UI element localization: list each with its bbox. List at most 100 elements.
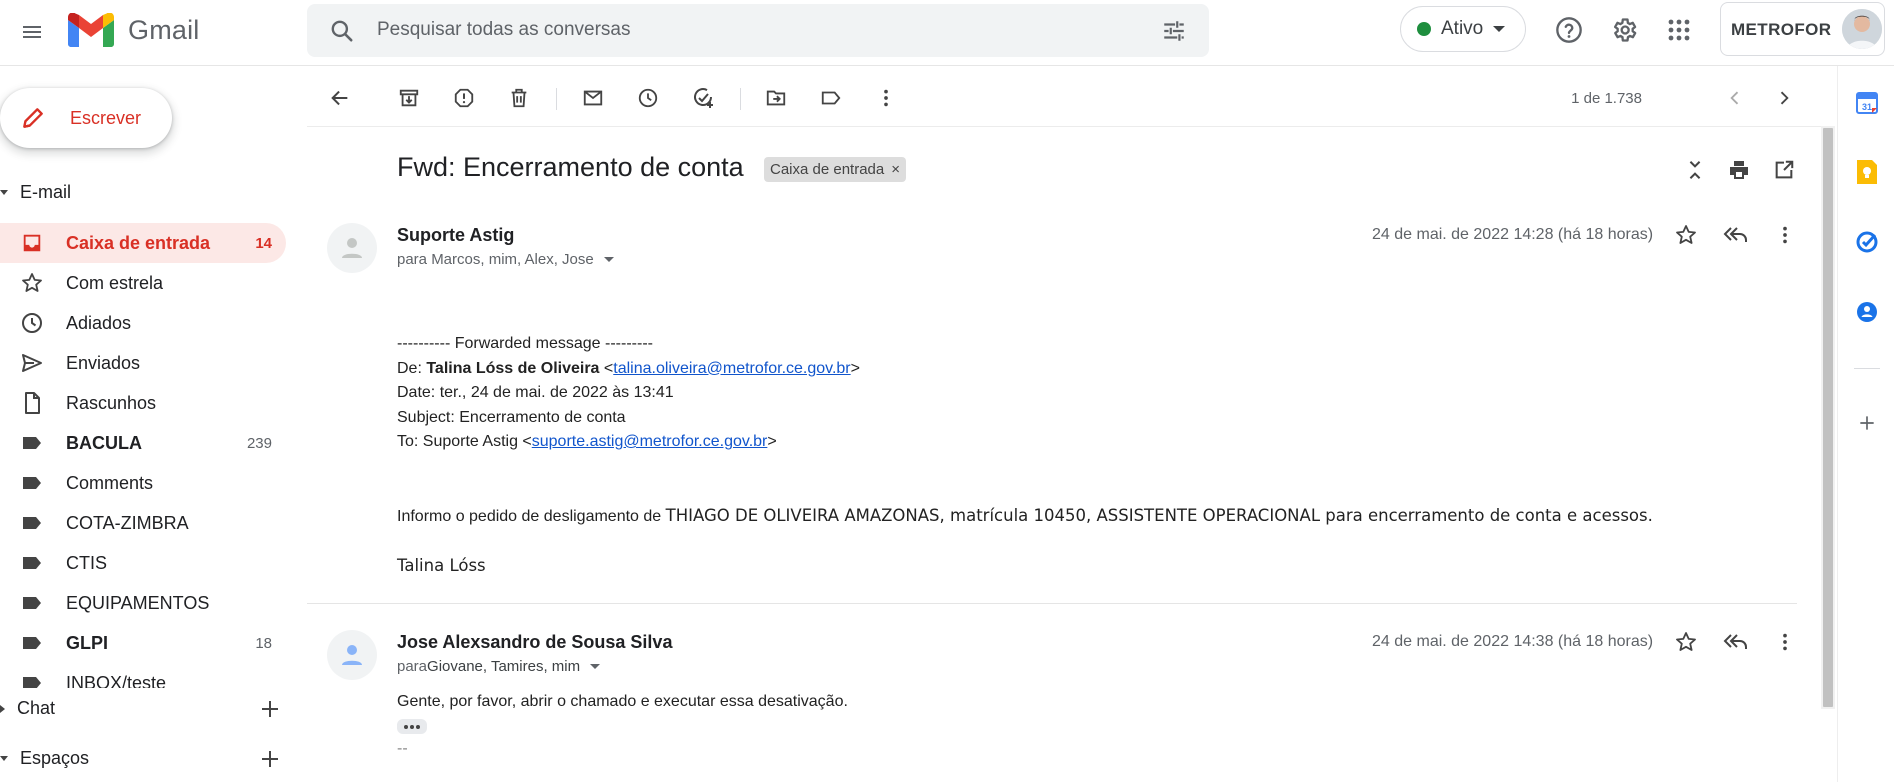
chat-section-header[interactable]: Chat — [0, 698, 55, 719]
search-input[interactable] — [377, 16, 1077, 44]
sidebar-item-cota-zimbra[interactable]: COTA-ZIMBRA — [0, 503, 286, 543]
add-to-tasks-button[interactable] — [685, 80, 721, 116]
reply-all-button[interactable] — [1721, 627, 1751, 657]
sidebar-item-glpi[interactable]: GLPI 18 — [0, 623, 286, 663]
sidebar-nav: Caixa de entrada 14 Com estrela Adiados … — [0, 223, 290, 688]
request-line: Informo o pedido de desligamento de THIA… — [397, 504, 1653, 529]
mark-unread-button[interactable] — [575, 80, 611, 116]
message-recipients[interactable]: para Giovane, Tamires, mim — [397, 658, 601, 675]
newer-button[interactable] — [1717, 80, 1753, 116]
new-space-plus-icon[interactable] — [258, 747, 282, 771]
status-selector[interactable]: Ativo — [1400, 6, 1526, 52]
collapse-arrow-icon — [0, 756, 8, 761]
calendar-icon: 31 — [1856, 92, 1878, 114]
gmail-logo[interactable]: Gmail — [68, 10, 200, 50]
apps-button[interactable] — [1661, 12, 1697, 48]
back-button[interactable] — [322, 80, 358, 116]
new-chat-plus-icon[interactable] — [258, 697, 282, 721]
sidebar-item-snoozed[interactable]: Adiados — [0, 303, 286, 343]
label-icon — [23, 637, 41, 649]
sidebar-item-label: EQUIPAMENTOS — [66, 592, 210, 613]
search-options-icon[interactable] — [1161, 18, 1187, 44]
star-button[interactable] — [1671, 627, 1701, 657]
open-new-window-button[interactable] — [1769, 155, 1799, 185]
sidebar-item-bacula[interactable]: BACULA 239 — [0, 423, 286, 463]
archive-button[interactable] — [391, 80, 427, 116]
move-folder-icon — [766, 90, 786, 106]
sidebar-item-comments[interactable]: Comments — [0, 463, 286, 503]
more-options-button[interactable] — [868, 80, 904, 116]
delete-button[interactable] — [501, 80, 537, 116]
message-sender[interactable]: Suporte Astig — [397, 225, 514, 246]
older-button[interactable] — [1766, 80, 1802, 116]
chevron-down-icon[interactable] — [590, 664, 601, 669]
chevron-down-icon[interactable] — [603, 257, 614, 262]
archive-icon — [399, 89, 419, 107]
sidebar-item-label: Enviados — [66, 352, 141, 373]
mail-section-header[interactable]: E-mail — [0, 182, 71, 203]
contacts-app-button[interactable] — [1854, 299, 1880, 325]
sidebar-item-inbox-teste[interactable]: INBOX/teste — [0, 663, 286, 688]
collapse-icon — [1689, 161, 1701, 179]
labels-button[interactable] — [813, 80, 849, 116]
sidebar-item-drafts[interactable]: Rascunhos — [0, 383, 286, 423]
to-email-link[interactable]: suporte.astig@metrofor.ce.gov.br — [532, 433, 768, 450]
star-button[interactable] — [1671, 220, 1701, 250]
spaces-section-header[interactable]: Espaços — [0, 748, 89, 769]
pagination-label: 1 de 1.738 — [1571, 90, 1642, 107]
top-bar: Gmail Ativo METROFOR — [0, 0, 1894, 66]
label-icon — [23, 477, 41, 489]
open-in-new-icon — [1775, 160, 1794, 179]
message-more-button[interactable] — [1770, 220, 1800, 250]
reply-all-button[interactable] — [1721, 220, 1751, 250]
sender-avatar — [327, 223, 377, 273]
sidebar-item-equipamentos[interactable]: EQUIPAMENTOS — [0, 583, 286, 623]
sidebar-item-label: Adiados — [66, 312, 132, 333]
sidebar-item-label: Caixa de entrada — [66, 232, 211, 253]
sidebar-item-label: Com estrela — [66, 272, 164, 293]
inbox-label-chip[interactable]: Caixa de entrada × — [764, 157, 907, 182]
message-body: ---------- Forwarded message --------- D… — [397, 332, 1653, 579]
sidebar-item-ctis[interactable]: CTIS — [0, 543, 286, 583]
sidebar-item-inbox[interactable]: Caixa de entrada 14 — [0, 223, 286, 263]
report-spam-button[interactable] — [446, 80, 482, 116]
message-date: 24 de mai. de 2022 14:28 (há 18 horas) — [1372, 226, 1654, 243]
scroll-thumb[interactable] — [1823, 128, 1833, 707]
from-label: De: — [397, 359, 427, 377]
calendar-app-button[interactable]: 31 — [1854, 90, 1880, 116]
thread-scrollbar[interactable] — [1821, 126, 1835, 709]
main-menu-button[interactable] — [14, 14, 50, 50]
label-outline-icon — [821, 91, 841, 105]
search-bar — [307, 4, 1209, 57]
get-addons-button[interactable] — [1854, 410, 1880, 436]
forward-from-line: De: Talina Lóss de Oliveira <talina.oliv… — [397, 359, 860, 377]
account-switcher[interactable]: METROFOR — [1720, 2, 1885, 56]
reply-all-icon — [1723, 227, 1747, 242]
tasks-app-button[interactable] — [1854, 229, 1880, 255]
sidebar-item-starred[interactable]: Com estrela — [0, 263, 286, 303]
move-to-button[interactable] — [758, 80, 794, 116]
more-vert-icon — [884, 89, 888, 107]
print-button[interactable] — [1724, 155, 1754, 185]
message-recipients[interactable]: para Marcos, mim, Alex, Jose — [397, 251, 614, 268]
account-brand: METROFOR — [1731, 20, 1832, 39]
search-icon[interactable] — [329, 18, 355, 44]
message-sender[interactable]: Jose Alexsandro de Sousa Silva — [397, 632, 672, 653]
sidebar-item-label: Comments — [66, 472, 154, 493]
remove-label-icon[interactable]: × — [891, 161, 900, 178]
from-email-link[interactable]: talina.oliveira@metrofor.ce.gov.br — [613, 360, 850, 377]
settings-button[interactable] — [1606, 12, 1642, 48]
collapse-all-button[interactable] — [1680, 155, 1710, 185]
sidebar-item-sent[interactable]: Enviados — [0, 343, 286, 383]
signature-separator: -- — [397, 740, 408, 757]
clock-icon — [638, 88, 658, 108]
keep-app-button[interactable] — [1854, 159, 1880, 185]
snooze-button[interactable] — [630, 80, 666, 116]
compose-button[interactable]: Escrever — [0, 88, 172, 148]
recipients-prefix: para — [397, 658, 428, 675]
show-trimmed-content-button[interactable] — [397, 719, 427, 734]
request-details: THIAGO DE OLIVEIRA AMAZONAS, matrícula 1… — [665, 505, 1653, 525]
help-button[interactable] — [1551, 12, 1587, 48]
message-more-button[interactable] — [1770, 627, 1800, 657]
person-icon — [342, 645, 362, 665]
